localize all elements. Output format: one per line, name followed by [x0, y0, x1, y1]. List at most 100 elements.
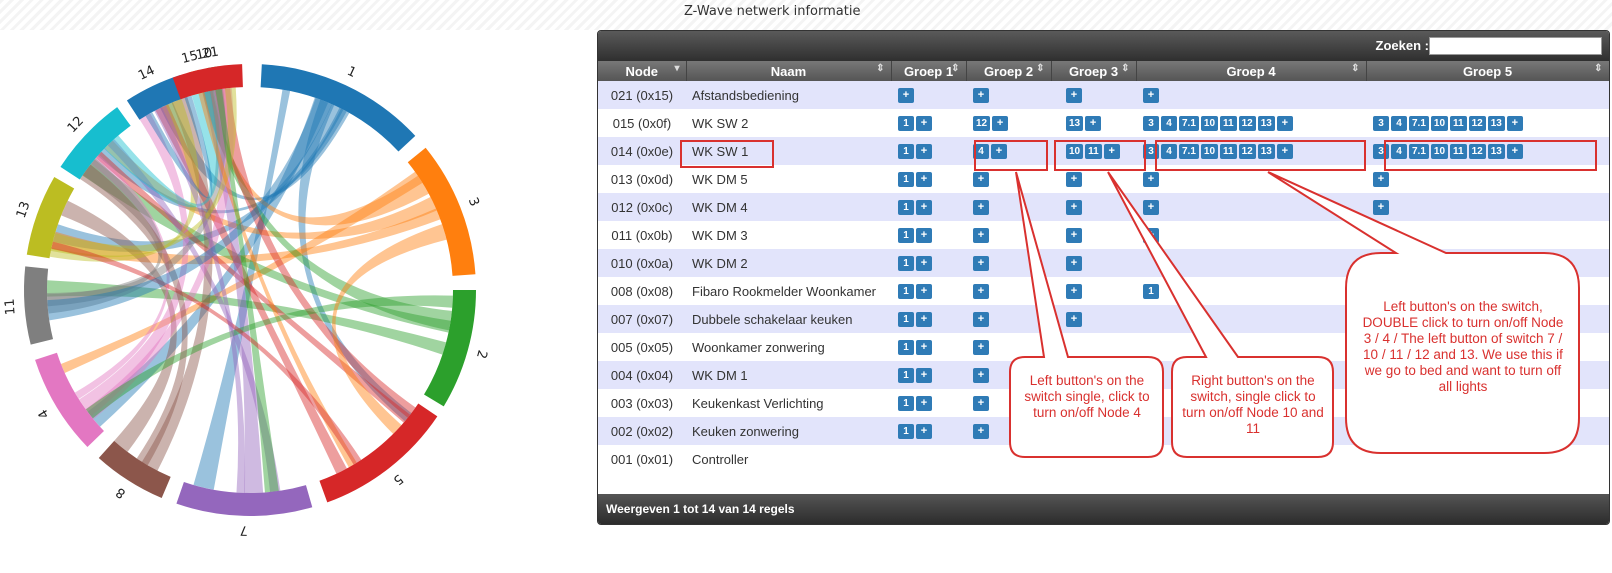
add-association-button[interactable]: +	[1276, 144, 1293, 160]
association-node-button[interactable]: 10	[1430, 116, 1449, 132]
column-header-groep-1[interactable]: Groep 1 ⇕	[891, 61, 967, 81]
sort-icon[interactable]: ⇕	[1351, 63, 1359, 74]
association-node-button[interactable]: 12	[1238, 116, 1256, 132]
association-node-button[interactable]: 4	[1161, 144, 1177, 160]
column-header-groep-2[interactable]: Groep 2 ⇕	[966, 61, 1052, 81]
association-node-button[interactable]: 1	[898, 396, 914, 412]
sort-desc-icon[interactable]: ▾	[674, 63, 679, 74]
add-association-button[interactable]: +	[916, 312, 932, 328]
association-node-button[interactable]: 3	[1373, 116, 1389, 132]
association-node-button[interactable]: 10	[1200, 116, 1219, 132]
sort-icon[interactable]: ⇕	[951, 63, 959, 74]
column-header-groep-3[interactable]: Groep 3 ⇕	[1051, 61, 1137, 81]
add-association-button[interactable]: +	[1143, 200, 1159, 216]
add-association-button[interactable]: +	[973, 340, 989, 356]
add-association-button[interactable]: +	[1103, 144, 1120, 160]
add-association-button[interactable]: +	[973, 368, 989, 384]
add-association-button[interactable]: +	[916, 144, 932, 160]
add-association-button[interactable]: +	[916, 284, 932, 300]
association-node-button[interactable]: 12	[1468, 116, 1486, 132]
association-node-button[interactable]: 1	[898, 284, 914, 300]
association-node-button[interactable]: 10	[1200, 144, 1219, 160]
association-node-button[interactable]: 1	[898, 256, 914, 272]
association-node-button[interactable]: 1	[1143, 284, 1159, 300]
association-node-button[interactable]: 4	[1391, 144, 1407, 160]
add-association-button[interactable]: +	[898, 88, 914, 104]
add-association-button[interactable]: +	[1143, 88, 1159, 104]
add-association-button[interactable]: +	[1066, 172, 1082, 188]
add-association-button[interactable]: +	[992, 116, 1009, 132]
sort-icon[interactable]: ⇕	[1036, 63, 1044, 74]
association-node-button[interactable]: 1	[898, 116, 914, 132]
association-node-button[interactable]: 10	[1430, 144, 1449, 160]
association-node-button[interactable]: 13	[1066, 116, 1084, 132]
association-node-button[interactable]: 12	[1238, 144, 1256, 160]
association-node-button[interactable]: 7.1	[1179, 116, 1199, 132]
association-node-button[interactable]: 4	[1161, 116, 1177, 132]
add-association-button[interactable]: +	[973, 88, 989, 104]
add-association-button[interactable]: +	[973, 256, 989, 272]
add-association-button[interactable]: +	[973, 228, 989, 244]
association-node-button[interactable]: 7.1	[1409, 144, 1429, 160]
add-association-button[interactable]: +	[973, 200, 989, 216]
add-association-button[interactable]: +	[916, 116, 932, 132]
search-input[interactable]	[1429, 37, 1602, 55]
association-node-button[interactable]: 11	[1220, 116, 1237, 132]
column-header-node[interactable]: Node ▾	[598, 61, 687, 81]
column-header-groep-4[interactable]: Groep 4 ⇕	[1136, 61, 1367, 81]
add-association-button[interactable]: +	[1276, 116, 1293, 132]
add-association-button[interactable]: +	[1066, 88, 1082, 104]
add-association-button[interactable]: +	[1143, 228, 1159, 244]
add-association-button[interactable]: +	[973, 172, 989, 188]
sort-icon[interactable]: ⇕	[1121, 63, 1129, 74]
add-association-button[interactable]: +	[973, 284, 989, 300]
add-association-button[interactable]: +	[973, 312, 989, 328]
association-node-button[interactable]: 11	[1220, 144, 1237, 160]
add-association-button[interactable]: +	[1066, 256, 1082, 272]
association-node-button[interactable]: 1	[898, 172, 914, 188]
association-node-button[interactable]: 4	[1391, 116, 1407, 132]
association-node-button[interactable]: 13	[1487, 116, 1505, 132]
column-header-groep-5[interactable]: Groep 5 ⇕	[1366, 61, 1609, 81]
add-association-button[interactable]: +	[1066, 200, 1082, 216]
add-association-button[interactable]: +	[916, 424, 932, 440]
association-node-button[interactable]: 3	[1373, 144, 1389, 160]
add-association-button[interactable]: +	[916, 368, 932, 384]
add-association-button[interactable]: +	[1143, 172, 1159, 188]
association-node-button[interactable]: 1	[898, 312, 914, 328]
add-association-button[interactable]: +	[916, 340, 932, 356]
association-node-button[interactable]: 1	[898, 340, 914, 356]
add-association-button[interactable]: +	[1066, 312, 1082, 328]
association-node-button[interactable]: 1	[898, 200, 914, 216]
add-association-button[interactable]: +	[973, 424, 989, 440]
add-association-button[interactable]: +	[916, 172, 932, 188]
association-node-button[interactable]: 1	[898, 228, 914, 244]
association-node-button[interactable]: 13	[1257, 116, 1275, 132]
add-association-button[interactable]: +	[916, 228, 932, 244]
sort-icon[interactable]: ⇕	[876, 63, 884, 74]
add-association-button[interactable]: +	[1506, 144, 1523, 160]
association-node-button[interactable]: 7.1	[1409, 116, 1429, 132]
add-association-button[interactable]: +	[1506, 116, 1523, 132]
association-node-button[interactable]: 7.1	[1179, 144, 1199, 160]
association-node-button[interactable]: 3	[1143, 144, 1159, 160]
association-node-button[interactable]: 3	[1143, 116, 1159, 132]
column-header-naam[interactable]: Naam ⇕	[686, 61, 892, 81]
association-node-button[interactable]: 11	[1085, 144, 1102, 160]
add-association-button[interactable]: +	[1373, 200, 1389, 216]
add-association-button[interactable]: +	[991, 144, 1007, 160]
association-node-button[interactable]: 1	[898, 368, 914, 384]
association-node-button[interactable]: 11	[1450, 116, 1467, 132]
add-association-button[interactable]: +	[1066, 228, 1082, 244]
association-node-button[interactable]: 12	[973, 116, 991, 132]
association-node-button[interactable]: 11	[1450, 144, 1467, 160]
association-node-button[interactable]: 10	[1066, 144, 1084, 160]
association-node-button[interactable]: 13	[1487, 144, 1505, 160]
add-association-button[interactable]: +	[916, 396, 932, 412]
association-node-button[interactable]: 13	[1257, 144, 1275, 160]
add-association-button[interactable]: +	[1373, 172, 1389, 188]
association-node-button[interactable]: 1	[898, 424, 914, 440]
add-association-button[interactable]: +	[1066, 284, 1082, 300]
sort-icon[interactable]: ⇕	[1594, 63, 1602, 74]
add-association-button[interactable]: +	[973, 396, 989, 412]
